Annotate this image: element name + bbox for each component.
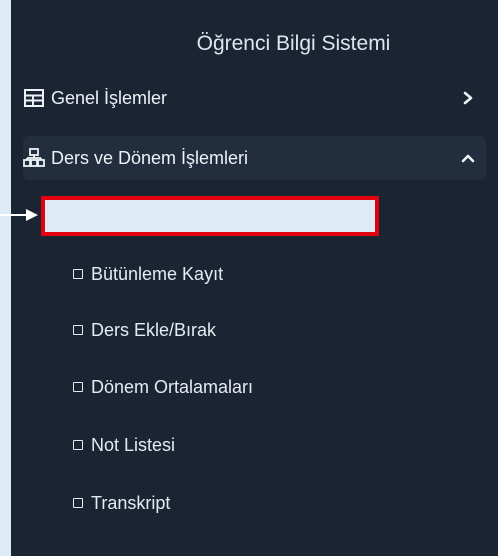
submenu-label: Not Listesi [91, 434, 176, 455]
submenu-item[interactable]: Ders Ekle/Bırak [73, 315, 216, 345]
sidebar: Öğrenci Bilgi Sistemi Genel İşlemler Der… [11, 0, 498, 556]
menu-label: Ders ve Dönem İşlemleri [51, 147, 249, 168]
submenu-label: Transkript [91, 492, 171, 513]
highlight-box [41, 196, 379, 236]
submenu-item[interactable]: Transkript [73, 488, 170, 518]
app-title: Öğrenci Bilgi Sistemi [196, 32, 391, 55]
square-icon [73, 498, 83, 508]
menu-ders-donem-islemleri[interactable]: Ders ve Dönem İşlemleri [23, 136, 486, 180]
chevron-right-icon [458, 91, 478, 105]
square-icon [73, 325, 83, 335]
submenu-label: Bütünleme Kayıt [91, 263, 224, 284]
submenu-item[interactable]: Bütünleme Kayıt [73, 259, 223, 289]
submenu-item[interactable]: Not Listesi [73, 430, 175, 460]
arrow-right-icon [0, 209, 38, 221]
list-icon [23, 87, 45, 109]
square-icon [73, 440, 83, 450]
submenu-item[interactable]: Dönem Ortalamaları [73, 372, 253, 402]
chevron-up-icon [458, 153, 478, 163]
square-icon [73, 269, 83, 279]
submenu-label: Ders Ekle/Bırak [91, 319, 217, 340]
submenu-label: Dönem Ortalamaları [91, 376, 254, 397]
menu-genel-islemler[interactable]: Genel İşlemler [23, 76, 486, 120]
square-icon [73, 382, 83, 392]
sitemap-icon [23, 147, 45, 169]
menu-label: Genel İşlemler [51, 87, 168, 108]
